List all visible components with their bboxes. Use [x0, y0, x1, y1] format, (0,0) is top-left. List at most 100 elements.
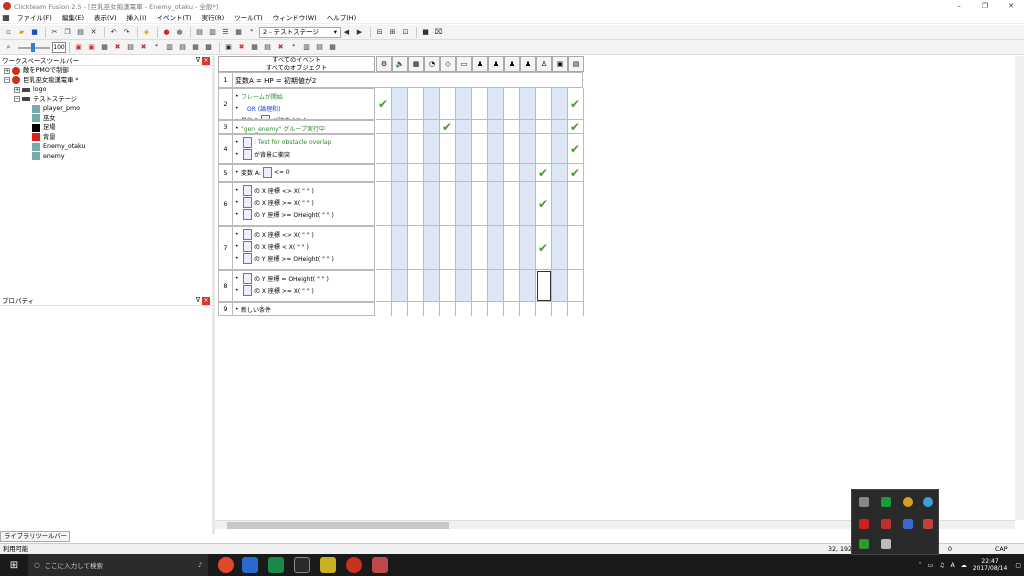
action-cell[interactable]: [568, 226, 584, 270]
comment-row[interactable]: 1 変数A = HP = 初期値が2: [218, 72, 600, 88]
action-cell[interactable]: [408, 182, 424, 226]
condition-line[interactable]: • が背景に衝突: [235, 148, 372, 160]
action-cell[interactable]: ✔: [568, 134, 584, 164]
action-cell[interactable]: [440, 164, 456, 182]
tree-expander[interactable]: −: [14, 96, 20, 103]
event-tool-7-icon[interactable]: ⁴: [151, 42, 162, 53]
maximize-button[interactable]: ❐: [972, 0, 998, 12]
action-cell[interactable]: [424, 270, 440, 302]
event-conditions[interactable]: • の Y 座標 = OHeight( " " ) • の X 座標 >= X( " …: [232, 270, 375, 302]
zoom-value[interactable]: 100: [52, 41, 66, 53]
action-cell[interactable]: [392, 302, 408, 316]
condition-line[interactable]: • の X 座標 >= X( " " ): [235, 284, 372, 296]
action-cell[interactable]: [472, 164, 488, 182]
insert-row2-icon[interactable]: ⊞: [387, 27, 398, 38]
event-tool-11-icon[interactable]: ▩: [203, 42, 214, 53]
keyboard-icon[interactable]: ▭: [456, 56, 472, 72]
close-panel-icon[interactable]: ×: [202, 297, 210, 305]
pmo-icon[interactable]: ♙: [536, 56, 552, 72]
menu-file[interactable]: ファイル(F): [12, 12, 57, 24]
condition-line[interactable]: • の Y 座標 >= OHeight( " " ): [235, 208, 372, 220]
event-tool-12-icon[interactable]: ▣: [223, 42, 234, 53]
clock[interactable]: 22:47 2017/08/14: [973, 558, 1008, 573]
condition-line[interactable]: • の Y 座標 >= OHeight( " " ): [235, 252, 372, 264]
tray-app-8-icon[interactable]: [923, 519, 933, 529]
condition-line[interactable]: • の Y 座標 = OHeight( " " ): [235, 272, 372, 284]
condition-line[interactable]: • の X 座標 <> X( " " ): [235, 184, 372, 196]
event-tool-15-icon[interactable]: ▤: [262, 42, 273, 53]
action-cell[interactable]: [520, 270, 536, 302]
action-cell[interactable]: [488, 164, 504, 182]
action-cell[interactable]: [408, 134, 424, 164]
scene-icon[interactable]: ▤: [568, 56, 584, 72]
action-cell[interactable]: [520, 120, 536, 134]
event-tool-1-icon[interactable]: ▣: [73, 42, 84, 53]
action-cell[interactable]: [392, 88, 408, 120]
delete-icon[interactable]: ✕: [88, 27, 99, 38]
record-icon[interactable]: ●: [174, 27, 185, 38]
action-cell[interactable]: [488, 88, 504, 120]
action-cell[interactable]: [408, 164, 424, 182]
condition-line[interactable]: • 変数 A: <= 0: [235, 166, 372, 178]
insert-row3-icon[interactable]: ⊡: [400, 27, 411, 38]
chrome-icon[interactable]: [218, 557, 234, 573]
action-cell[interactable]: [424, 164, 440, 182]
action-cell[interactable]: ✔: [376, 88, 392, 120]
action-cell[interactable]: [376, 134, 392, 164]
action-cell[interactable]: [456, 88, 472, 120]
condition-line[interactable]: • の X 座標 >= X( " " ): [235, 196, 372, 208]
action-cell[interactable]: [376, 226, 392, 270]
event-tool-18-icon[interactable]: ▥: [301, 42, 312, 53]
open-folder-icon[interactable]: ▰: [16, 27, 27, 38]
tray-app-9-icon[interactable]: [859, 539, 869, 549]
taskbar-search[interactable]: ○ ここに入力して検索 ♪: [28, 554, 208, 576]
action-cell[interactable]: [472, 226, 488, 270]
checker-icon[interactable]: ▦: [408, 56, 424, 72]
event-tool-4-icon[interactable]: ✖: [112, 42, 123, 53]
action-cell[interactable]: [472, 134, 488, 164]
condition-line[interactable]: • フレームが開始: [235, 90, 372, 102]
condition-line[interactable]: • "gen_enemy" グループ実行中: [235, 122, 372, 133]
action-cell[interactable]: ✔: [440, 120, 456, 134]
action-cell[interactable]: [376, 270, 392, 302]
ime-indicator[interactable]: A: [951, 562, 955, 569]
speaker-icon[interactable]: 🔈: [392, 56, 408, 72]
menu-view[interactable]: 表示(V): [89, 12, 122, 24]
action-cell[interactable]: [392, 226, 408, 270]
minimize-button[interactable]: –: [946, 0, 972, 12]
event-row[interactable]: 8 • の Y 座標 = OHeight( " " ) • の X 座標 >= X( "…: [218, 270, 600, 302]
close-panel-icon[interactable]: ×: [202, 57, 210, 65]
tree-item[interactable]: 背景: [0, 133, 212, 143]
redo-icon[interactable]: ↷: [121, 27, 132, 38]
event-tool-8-icon[interactable]: ▥: [164, 42, 175, 53]
action-cell[interactable]: [408, 302, 424, 316]
event-tool-14-icon[interactable]: ▦: [249, 42, 260, 53]
tree-item[interactable]: enemy: [0, 152, 212, 162]
action-cell[interactable]: [456, 164, 472, 182]
notification-icon[interactable]: ▢: [1015, 562, 1021, 569]
windows-start-icon[interactable]: ⊞: [0, 554, 28, 576]
paste-icon[interactable]: ▤: [75, 27, 86, 38]
menu-window[interactable]: ウィンドウ(W): [268, 12, 322, 24]
tray-app-7-icon[interactable]: [903, 519, 913, 529]
action-cell[interactable]: [504, 120, 520, 134]
action-cell[interactable]: [472, 302, 488, 316]
event-row[interactable]: 4 •: Test for obstacle overlap • が背景に衝突 ✔: [218, 134, 600, 164]
action-cell[interactable]: [568, 270, 584, 302]
action-cell[interactable]: [520, 182, 536, 226]
action-cell[interactable]: [472, 88, 488, 120]
tree-item[interactable]: 足場: [0, 123, 212, 133]
menu-run[interactable]: 実行(R): [197, 12, 230, 24]
action-cell[interactable]: [440, 88, 456, 120]
enemy3-icon[interactable]: ♟: [520, 56, 536, 72]
action-cell[interactable]: ✔: [536, 182, 552, 226]
action-cell[interactable]: [392, 182, 408, 226]
action-cell[interactable]: [424, 302, 440, 316]
action-cell[interactable]: [424, 120, 440, 134]
event-row[interactable]: 5 • 変数 A: <= 0 ✔ ✔: [218, 164, 600, 182]
cut-icon[interactable]: ✂: [49, 27, 60, 38]
tray-app-6-icon[interactable]: [881, 519, 891, 529]
stop-icon[interactable]: ●: [161, 27, 172, 38]
action-cell[interactable]: [552, 88, 568, 120]
tree-item[interactable]: player_pmo: [0, 104, 212, 114]
